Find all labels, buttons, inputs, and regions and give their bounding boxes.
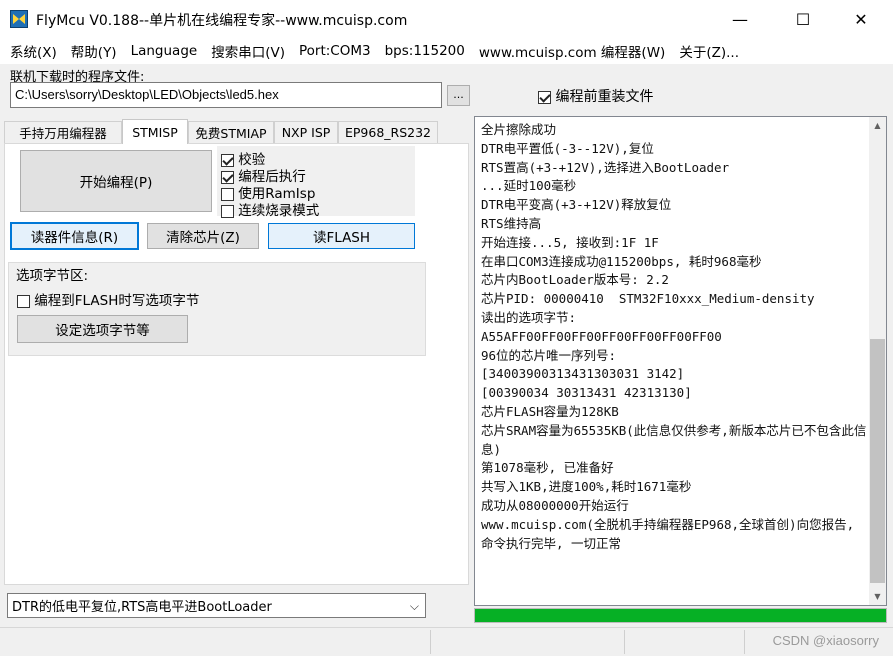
read-device-info-button[interactable]: 读器件信息(R) [10,222,139,250]
read-flash-button[interactable]: 读FLASH [268,223,415,249]
log-line: www.mcuisp.com(全脱机手持编程器EP968,全球首创)向您报告, … [481,516,862,551]
maximize-button[interactable]: ☐ [780,0,826,38]
log-line: A55AFF00FF00FF00FF00FF00FF00FF00 [481,328,722,344]
log-output[interactable]: 全片擦除成功 DTR电平置低(-3--12V),复位 RTS置高(+3-+12V),… [474,116,887,606]
scroll-up-icon[interactable]: ▲ [869,117,886,134]
progress-bar [474,608,887,623]
menu-bps[interactable]: bps:115200 [385,43,465,59]
scrollbar-thumb[interactable] [870,339,885,583]
status-divider [744,630,745,654]
log-line: 全片擦除成功 [481,122,557,137]
reload-label: 编程前重装文件 [555,89,654,105]
log-line: DTR电平置低(-3--12V),复位 [481,140,654,156]
flymcu-app-icon [10,10,28,28]
menu-help[interactable]: 帮助(Y) [71,41,117,61]
continuous-checkbox[interactable] [221,204,234,218]
log-line: [00390034 30313431 42313130] [481,385,692,401]
close-button[interactable]: ✕ [838,0,884,38]
log-line: [34003900313431303031 3142] [481,366,685,382]
status-divider [624,630,625,654]
window-title: FlyMcu V0.188--单片机在线编程专家--www.mcuisp.com [36,13,408,29]
menu-port[interactable]: Port:COM3 [299,43,371,59]
tab-handheld[interactable]: 手持万用编程器 [4,121,122,143]
title-bar[interactable]: FlyMcu V0.188--单片机在线编程专家--www.mcuisp.com… [0,0,893,38]
log-line: 96位的芯片唯一序列号: [481,347,617,363]
menu-programmer[interactable]: www.mcuisp.com 编程器(W) [479,41,665,61]
tab-stmisp[interactable]: STMISP [122,119,188,144]
tab-nxp-isp[interactable]: NXP ISP [274,121,338,143]
log-line: 在串口COM3连接成功@115200bps, 耗时968毫秒 [481,253,762,269]
log-line: 共写入1KB,进度100%,耗时1671毫秒 [481,479,692,495]
browse-button[interactable]: ... [447,85,470,106]
log-line: 芯片SRAM容量为65535KB(此信息仅供参考,新版本芯片已不包含此信息) [481,422,867,457]
start-programming-button[interactable]: 开始编程(P) [20,150,212,212]
continuous-option[interactable]: 连续烧录模式 [221,199,319,219]
chevron-down-icon: ⌵ [409,599,419,613]
reset-mode-select[interactable]: DTR的低电平复位,RTS高电平进BootLoader ⌵ [7,593,426,618]
program-options: 校验 编程后执行 使用RamIsp 连续烧录模式 [217,146,415,219]
reload-checkbox[interactable] [538,90,551,104]
log-line: 芯片内BootLoader版本号: 2.2 [481,272,669,288]
log-line: 读出的选项字节: [481,309,577,325]
menu-about[interactable]: 关于(Z)... [679,41,739,61]
progress-fill [475,609,886,622]
file-path-input[interactable]: C:\Users\sorry\Desktop\LED\Objects\led5.… [10,82,442,108]
status-divider [430,630,431,654]
write-option-bytes-label: 编程到FLASH时写选项字节 [34,293,200,309]
tab-stmiap[interactable]: 免费STMIAP [188,121,274,143]
set-option-bytes-button[interactable]: 设定选项字节等 [17,315,188,343]
minimize-button[interactable]: — [717,0,763,38]
log-line: RTS置高(+3-+12V),选择进入BootLoader [481,159,730,175]
log-line: ...延时100毫秒 [481,178,577,194]
menu-system[interactable]: 系统(X) [10,41,57,61]
menu-search-port[interactable]: 搜索串口(V) [211,41,285,61]
log-line: RTS维持高 [481,215,542,231]
continuous-label: 连续烧录模式 [238,203,320,219]
log-line: 成功从08000000开始运行 [481,497,629,513]
tab-ep968[interactable]: EP968_RS232 [338,121,438,143]
scroll-down-icon[interactable]: ▼ [869,588,886,605]
log-line: 芯片FLASH容量为128KB [481,403,619,419]
status-bar: CSDN @xiaosorry [0,627,893,656]
write-option-bytes-option[interactable]: 编程到FLASH时写选项字节 [17,289,199,309]
log-line: 第1078毫秒, 已准备好 [481,460,614,476]
log-line: 开始连接...5, 接收到:1F 1F [481,234,659,250]
log-line: 芯片PID: 00000410 STM32F10xxx_Medium-densi… [481,291,815,307]
reset-mode-value: DTR的低电平复位,RTS高电平进BootLoader [12,600,272,615]
log-text: 全片擦除成功 DTR电平置低(-3--12V),复位 RTS置高(+3-+12V),… [481,121,869,553]
write-option-bytes-checkbox[interactable] [17,294,30,308]
menu-bar: 系统(X) 帮助(Y) Language 搜索串口(V) Port:COM3 b… [0,38,893,64]
reload-before-program-option[interactable]: 编程前重装文件 [538,86,653,106]
log-scrollbar[interactable]: ▲ ▼ [869,117,886,605]
erase-chip-button[interactable]: 清除芯片(Z) [147,223,259,249]
option-bytes-title: 选项字节区: [16,268,89,284]
menu-language[interactable]: Language [131,43,198,59]
watermark: CSDN @xiaosorry [772,633,879,648]
log-line: DTR电平变高(+3-+12V)释放复位 [481,197,672,213]
